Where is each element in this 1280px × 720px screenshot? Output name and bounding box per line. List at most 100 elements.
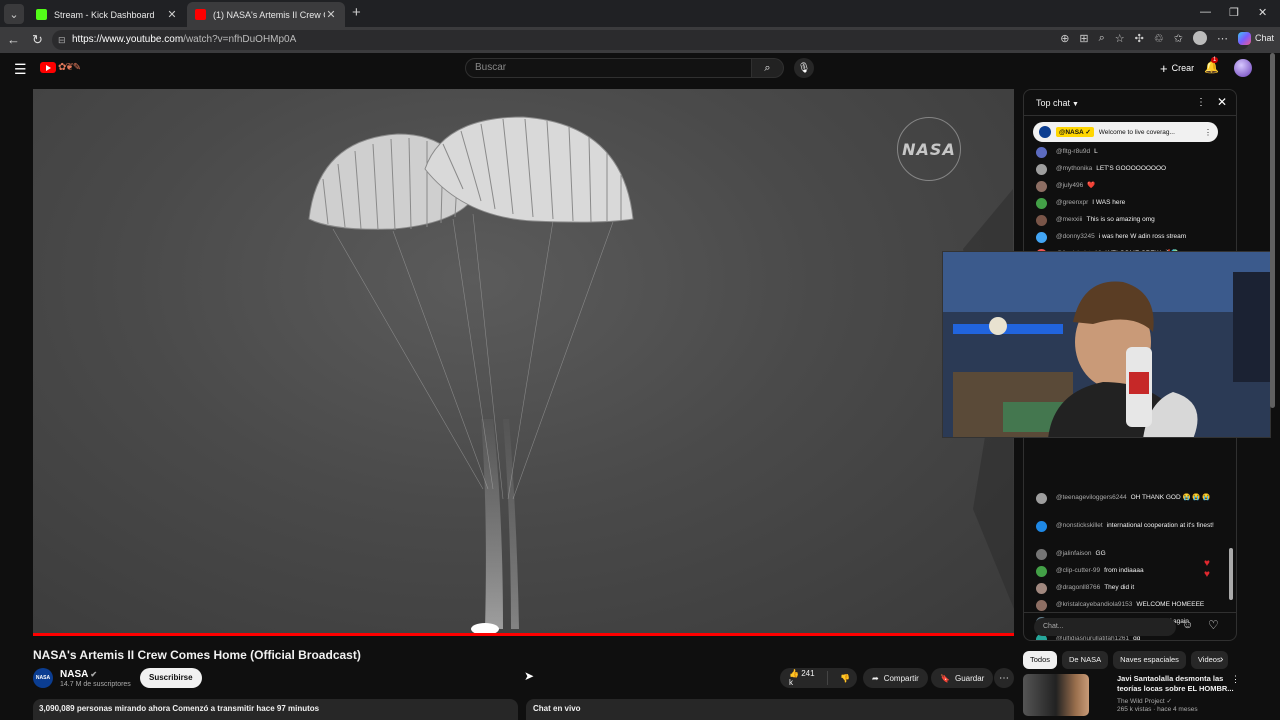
chevron-down-icon: ▼ — [1072, 101, 1079, 108]
pinned-options-icon[interactable]: ⋮ — [1204, 128, 1212, 137]
chat-input-area: Chat... ☺ ♡ — [1024, 612, 1236, 640]
avatar — [1036, 215, 1047, 226]
youtube-logo[interactable]: ✿❦✎ — [40, 62, 81, 73]
verified-icon: ✔ — [90, 670, 98, 679]
subscribe-button[interactable]: Suscribirse — [140, 668, 202, 688]
chat-message[interactable]: @mythonika LET'S GOOOOOOOOO — [1024, 163, 1236, 180]
dislike-button[interactable]: 👎 — [833, 674, 857, 683]
related-video-item[interactable]: Javi Santaolalla desmonta las teorías lo… — [1023, 674, 1243, 718]
more-actions-button[interactable]: ⋯ — [994, 668, 1014, 688]
extension-icon[interactable]: ⊕ — [1060, 32, 1069, 45]
browser-window: ⌄ Stream - Kick Dashboard ✕ (1) NASA's A… — [0, 0, 1280, 720]
url-path: /watch?v=nfhDuOHMp0A — [183, 34, 297, 45]
chat-mode-dropdown[interactable]: Top chat ▼ — [1036, 98, 1079, 108]
chat-message[interactable]: @donny3245 i was here W adin ross stream — [1024, 231, 1236, 248]
tab-kick-dashboard[interactable]: Stream - Kick Dashboard ✕ — [28, 2, 186, 27]
heart-reaction-icon[interactable]: ♡ — [1208, 618, 1219, 632]
related-options-icon[interactable]: ⋮ — [1231, 674, 1240, 685]
apps-icon[interactable]: ⊞ — [1079, 32, 1088, 45]
close-tab-icon[interactable]: ✕ — [166, 8, 178, 21]
back-icon[interactable]: ← — [7, 32, 20, 47]
emoji-icon[interactable]: ☺ — [1182, 619, 1193, 631]
chat-author[interactable]: @nonstickskillet — [1056, 522, 1103, 529]
chat-author[interactable]: @greenxpr — [1056, 199, 1088, 206]
share-label: Compartir — [883, 673, 919, 683]
restore-icon[interactable]: ❐ — [1229, 6, 1239, 19]
chat-input[interactable]: Chat... — [1034, 618, 1176, 636]
reload-icon[interactable]: ↻ — [32, 32, 43, 48]
chat-message-body: @teenageviloggers6244 OH THANK GOD 😭 😭 😭 — [1056, 492, 1210, 504]
favorite-star-icon[interactable]: ☆ — [1115, 32, 1125, 45]
search-button[interactable]: ⌕ — [752, 58, 784, 78]
create-button[interactable]: + Crear — [1152, 59, 1202, 77]
avatar — [1036, 521, 1047, 532]
chat-message[interactable]: @nonstickskillet international cooperatio… — [1024, 520, 1236, 548]
chat-author[interactable]: @mythonika — [1056, 165, 1092, 172]
chevron-right-icon[interactable]: › — [1220, 654, 1223, 665]
video-player[interactable]: NASA — [33, 89, 1014, 635]
chat-author[interactable]: @fltg-r8u9d — [1056, 148, 1090, 155]
tab-actions-button[interactable]: ⌄ — [4, 4, 24, 24]
profile-avatar[interactable] — [1192, 31, 1207, 45]
chat-message[interactable]: @fltg-r8u9d L — [1024, 146, 1236, 163]
chat-text: L — [1094, 148, 1098, 155]
channel-name-link[interactable]: NASA ✔ — [60, 669, 97, 680]
chat-author[interactable]: @donny3245 — [1056, 233, 1095, 240]
menu-icon[interactable]: ☰ — [14, 61, 27, 78]
related-video-meta: 265 k vistas · hace 4 meses — [1117, 706, 1198, 713]
chip-from-nasa[interactable]: De NASA — [1062, 651, 1109, 669]
close-window-icon[interactable]: ✕ — [1258, 6, 1267, 19]
chat-text: from indiaaaa — [1104, 567, 1144, 574]
chip-all[interactable]: Todos — [1023, 651, 1058, 669]
channel-avatar[interactable]: NASA — [33, 668, 53, 688]
favorites-icon[interactable]: ✩ — [1174, 32, 1183, 45]
new-tab-button[interactable]: + — [352, 4, 361, 21]
chat-message-body: @july496 ❤️ — [1056, 180, 1095, 192]
voice-search-button[interactable]: 🎙 — [794, 58, 814, 78]
copilot-chat-button[interactable]: Chat — [1237, 31, 1274, 45]
chat-scrollbar[interactable] — [1229, 548, 1233, 600]
chat-author[interactable]: @july496 — [1056, 182, 1083, 189]
chat-message[interactable]: @dragonll8766 They did it — [1024, 582, 1236, 599]
avatar — [1036, 164, 1047, 175]
description-box[interactable]: 3,090,089 personas mirando ahora Comenzó… — [33, 699, 518, 720]
video-progress-bar[interactable] — [33, 633, 1014, 636]
chat-author[interactable]: @kristalcayebandiola9153 — [1056, 601, 1132, 608]
chat-message-body: @nonstickskillet international cooperatio… — [1056, 520, 1214, 532]
chat-message[interactable]: @july496 ❤️ — [1024, 180, 1236, 197]
video-frame — [308, 116, 1014, 635]
chat-author[interactable]: @dragonll8766 — [1056, 584, 1100, 591]
browser-essentials-icon[interactable]: ♲ — [1154, 32, 1164, 45]
save-button[interactable]: 🔖 Guardar — [931, 668, 994, 688]
chat-author[interactable]: @jalinfaison — [1056, 550, 1092, 557]
chat-author[interactable]: @clip-cutter-99 — [1056, 567, 1100, 574]
minimize-icon[interactable]: — — [1200, 6, 1211, 18]
search-input[interactable]: Buscar — [465, 58, 752, 78]
like-button[interactable]: 👍 241 k — [789, 669, 818, 687]
chip-spacecraft[interactable]: Naves espaciales — [1113, 651, 1186, 669]
notifications-button[interactable]: 🔔 1 — [1204, 57, 1219, 74]
share-button[interactable]: ➦ Compartir — [863, 668, 928, 688]
chat-author[interactable]: @mexxiii — [1056, 216, 1082, 223]
tab-title: (1) NASA's Artemis II Crew Comes — [213, 9, 325, 20]
close-tab-icon[interactable]: ✕ — [325, 8, 337, 21]
pinned-message[interactable]: @NASA ✓ Welcome to live coverag... ⋮ — [1033, 122, 1218, 142]
avatar — [1036, 181, 1047, 192]
chat-message[interactable]: @mexxiii This is so amazing omg — [1024, 214, 1236, 231]
chat-options-icon[interactable]: ⋮ — [1196, 97, 1206, 108]
close-icon[interactable]: ✕ — [1217, 95, 1227, 109]
bookmark-icon: 🔖 — [940, 673, 950, 683]
chat-message[interactable]: @greenxpr I WAS here — [1024, 197, 1236, 214]
zoom-icon[interactable]: ⌕ — [1099, 32, 1105, 45]
chat-message-body: @fltg-r8u9d L — [1056, 146, 1098, 158]
page-scrollbar[interactable] — [1270, 53, 1275, 408]
extensions-puzzle-icon[interactable]: ✣ — [1135, 32, 1144, 45]
site-info-icon[interactable]: ⊟ — [58, 30, 66, 50]
account-avatar[interactable] — [1234, 59, 1252, 77]
video-thumbnail[interactable] — [1023, 674, 1089, 716]
more-options-icon[interactable]: ⋯ — [1217, 32, 1228, 45]
chat-author[interactable]: @teenageviloggers6244 — [1056, 494, 1127, 501]
chat-message[interactable]: @teenageviloggers6244 OH THANK GOD 😭 😭 😭 — [1024, 492, 1236, 520]
tab-youtube-video[interactable]: (1) NASA's Artemis II Crew Comes ✕ — [187, 2, 345, 27]
chat-replay-box[interactable]: Chat en vivo — [526, 699, 1014, 720]
